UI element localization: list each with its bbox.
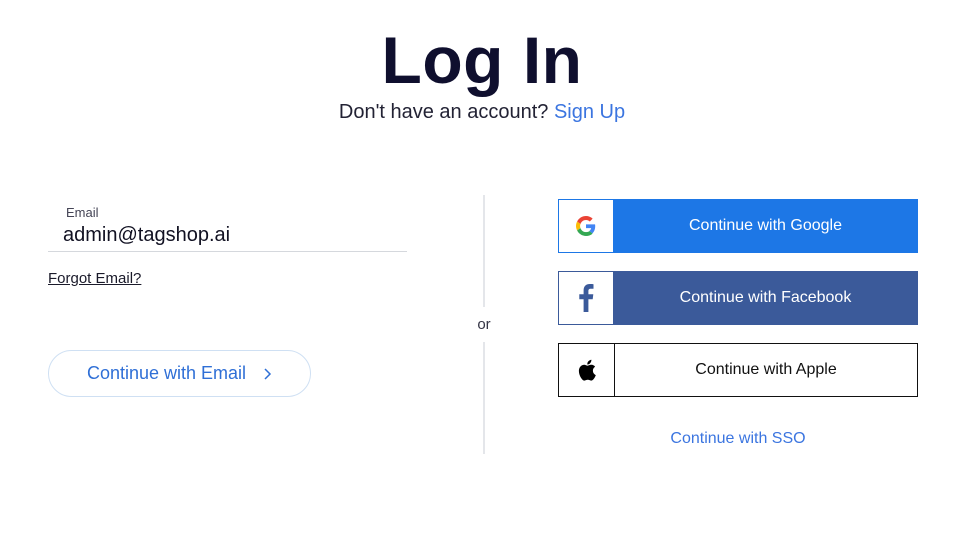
continue-with-email-label: Continue with Email	[86, 363, 247, 383]
apple-icon	[559, 344, 615, 396]
continue-with-sso-link[interactable]: Continue with SSO	[558, 430, 918, 448]
continue-with-facebook-button[interactable]: Continue with Facebook	[558, 271, 918, 325]
email-field-label: Email	[66, 205, 99, 220]
login-page: Log In Don't have an account? Sign Up Em…	[0, 0, 964, 538]
continue-with-google-button[interactable]: Continue with Google	[558, 199, 918, 253]
signup-prompt-text: Don't have an account?	[338, 101, 549, 123]
divider-line-top	[483, 195, 485, 307]
signup-prompt: Don't have an account? Sign Up	[0, 101, 964, 124]
divider-or-text: or	[477, 316, 491, 333]
email-field[interactable]: admin@tagshop.ai	[63, 224, 230, 247]
divider-line-bottom	[483, 342, 485, 454]
continue-with-apple-button[interactable]: Continue with Apple	[558, 343, 918, 397]
email-field-underline	[48, 251, 407, 252]
signup-link[interactable]: Sign Up	[554, 101, 625, 123]
forgot-email-link[interactable]: Forgot Email?	[48, 270, 141, 287]
facebook-button-label: Continue with Facebook	[614, 272, 917, 324]
facebook-icon	[559, 272, 614, 324]
chevron-right-icon	[262, 367, 272, 381]
google-icon	[559, 200, 614, 252]
continue-with-email-button[interactable]: Continue with Email	[48, 350, 311, 397]
page-title: Log In	[381, 23, 583, 97]
google-button-label: Continue with Google	[614, 200, 917, 252]
apple-button-label: Continue with Apple	[615, 344, 917, 396]
